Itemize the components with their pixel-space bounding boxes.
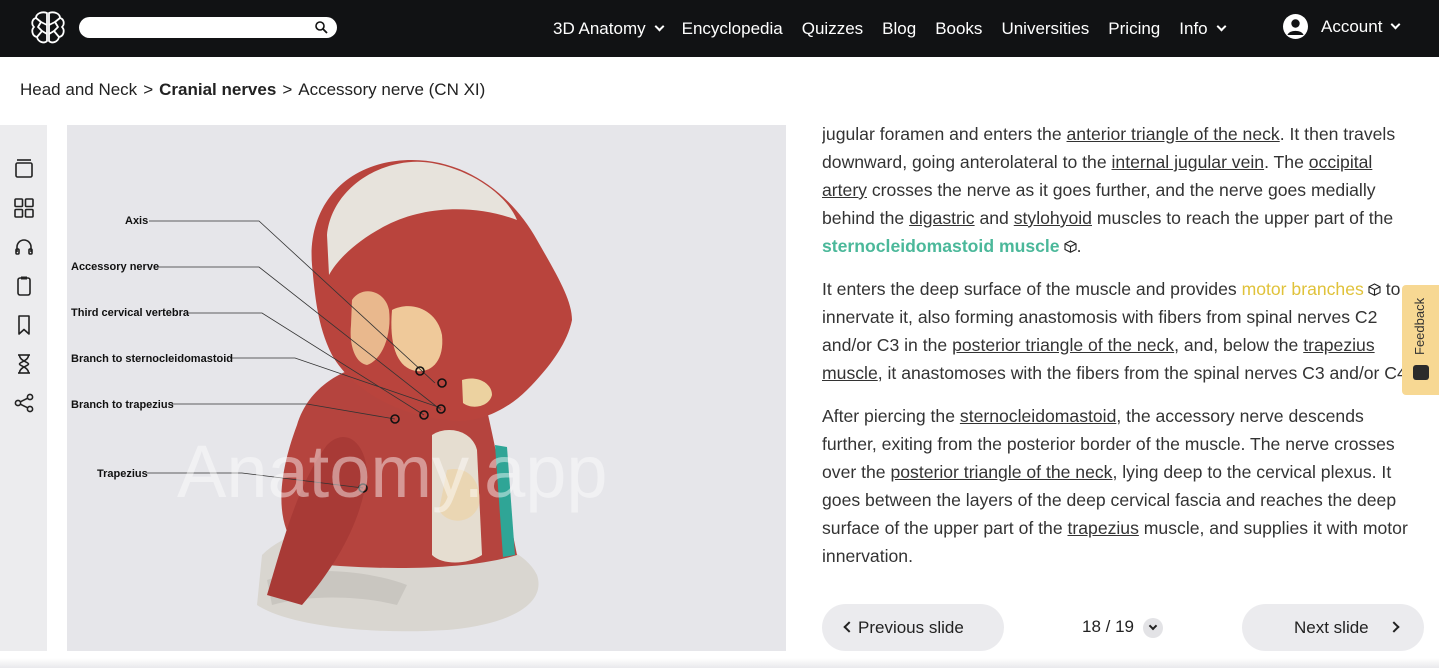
- feedback-label: Feedback: [1412, 297, 1427, 355]
- label-third-cervical-vertebra: Third cervical vertebra: [71, 307, 190, 319]
- cube-icon[interactable]: [1368, 283, 1381, 296]
- anatomy-image[interactable]: Anatomy.app Axis Accessory nerve Third c…: [67, 125, 786, 651]
- feedback-icon: [1413, 365, 1429, 380]
- slide-counter: 18 / 19: [1082, 617, 1134, 636]
- text-span: It enters the deep surface of the muscle…: [822, 279, 1242, 299]
- breadcrumb-current: Accessory nerve (CN XI): [298, 80, 486, 99]
- nav-encyclopedia[interactable]: Encyclopedia: [682, 19, 783, 39]
- nav-label: Info: [1179, 18, 1208, 38]
- anatomy-illustration: Anatomy.app Axis Accessory nerve Third c…: [71, 160, 608, 632]
- hourglass-icon[interactable]: [12, 352, 36, 376]
- search-input[interactable]: [79, 17, 337, 38]
- label-branch-to-trapezius: Branch to trapezius: [71, 399, 174, 411]
- text-span: muscles to reach the upper part of the: [1091, 208, 1394, 228]
- text-span: , and, below the: [1174, 335, 1304, 355]
- nav-universities[interactable]: Universities: [1001, 19, 1089, 39]
- layers-icon[interactable]: [12, 157, 36, 181]
- link-sternocleidomastoid[interactable]: sternocleidomastoid: [960, 406, 1116, 426]
- label-axis: Axis: [125, 215, 148, 227]
- breadcrumb-head-and-neck[interactable]: Head and Neck: [20, 80, 137, 100]
- chevron-down-icon: [1216, 21, 1227, 32]
- grid-icon[interactable]: [12, 196, 36, 220]
- nav-books[interactable]: Books: [935, 19, 982, 39]
- side-toolbar: [0, 125, 47, 651]
- nav-label: Universities: [1001, 18, 1090, 38]
- next-slide-button[interactable]: Next slide: [1242, 604, 1424, 651]
- chevron-left-icon: [843, 621, 855, 633]
- cube-icon[interactable]: [1064, 240, 1077, 253]
- headphones-icon[interactable]: [12, 235, 36, 259]
- link-sternocleidomastoid-muscle[interactable]: sternocleidomastoid muscle: [822, 236, 1060, 256]
- breadcrumb-separator: >: [282, 80, 293, 99]
- feedback-tab[interactable]: Feedback: [1402, 285, 1439, 395]
- link-motor-branches[interactable]: motor branches: [1242, 279, 1364, 299]
- account-menu[interactable]: Account: [1283, 14, 1401, 39]
- text-span: After piercing the: [822, 406, 960, 426]
- nav-label: Books: [935, 18, 983, 38]
- chevron-right-icon: [1388, 621, 1400, 633]
- nav-label: Pricing: [1108, 18, 1161, 38]
- next-slide-label: Next slide: [1294, 617, 1369, 637]
- link-internal-jugular-vein[interactable]: internal jugular vein: [1112, 152, 1265, 172]
- paragraph: jugular foramen and enters the anterior …: [822, 120, 1412, 260]
- label-branch-to-sternocleidomastoid: Branch to sternocleidomastoid: [71, 353, 233, 365]
- account-label: Account: [1321, 16, 1383, 36]
- slide-select-button[interactable]: [1143, 618, 1163, 638]
- clipboard-icon[interactable]: [12, 274, 36, 298]
- label-accessory-nerve: Accessory nerve: [71, 261, 159, 273]
- nav-blog[interactable]: Blog: [882, 19, 916, 39]
- paragraph: It enters the deep surface of the muscle…: [822, 275, 1412, 387]
- text-span: .: [1076, 236, 1082, 256]
- bookmark-icon[interactable]: [12, 313, 36, 337]
- search-icon[interactable]: [314, 20, 328, 34]
- nav-label: Quizzes: [801, 18, 864, 38]
- nav-quizzes[interactable]: Quizzes: [802, 19, 863, 39]
- nav-pricing[interactable]: Pricing: [1108, 19, 1160, 39]
- chevron-down-icon: [1390, 19, 1401, 30]
- breadcrumb-cranial-nerves[interactable]: Cranial nerves: [159, 80, 276, 100]
- previous-slide-button[interactable]: Previous slide: [822, 604, 1004, 651]
- nav-label: Encyclopedia: [681, 18, 783, 38]
- text-span: and: [974, 208, 1014, 228]
- text-span: , it anastomoses with the fibers from th…: [877, 363, 1412, 383]
- chevron-down-icon: [1148, 621, 1158, 631]
- link-trapezius[interactable]: trapezius: [1068, 518, 1139, 538]
- link-digastric[interactable]: digastric: [909, 208, 975, 228]
- previous-slide-label: Previous slide: [858, 617, 964, 637]
- text-span: jugular foramen and enters the: [822, 124, 1067, 144]
- bottom-shadow: [0, 658, 1439, 668]
- top-navbar: 3D Anatomy Encyclopedia Quizzes Blog Boo…: [0, 0, 1439, 57]
- brain-logo-icon[interactable]: [28, 8, 68, 48]
- share-icon[interactable]: [12, 391, 36, 415]
- link-posterior-triangle[interactable]: posterior triangle of the neck: [890, 462, 1112, 482]
- nav-3d-anatomy[interactable]: 3D Anatomy: [553, 18, 665, 39]
- nav-label: Blog: [882, 18, 917, 38]
- paragraph: After piercing the sternocleidomastoid, …: [822, 402, 1412, 570]
- nav-info[interactable]: Info: [1179, 18, 1227, 39]
- breadcrumb-separator: >: [143, 80, 154, 99]
- link-anterior-triangle[interactable]: anterior triangle of the neck: [1067, 124, 1280, 144]
- link-posterior-triangle[interactable]: posterior triangle of the neck: [952, 335, 1174, 355]
- main-nav: 3D Anatomy Encyclopedia Quizzes Blog Boo…: [553, 0, 1244, 57]
- watermark-text: Anatomy.app: [177, 430, 608, 513]
- chevron-down-icon: [654, 21, 665, 32]
- text-span: . The: [1264, 152, 1309, 172]
- article-text: jugular foramen and enters the anterior …: [822, 120, 1412, 598]
- nav-label: 3D Anatomy: [553, 18, 646, 38]
- label-trapezius: Trapezius: [97, 468, 148, 480]
- link-stylohyoid[interactable]: stylohyoid: [1014, 208, 1092, 228]
- breadcrumb: Head and Neck > Cranial nerves > Accesso…: [20, 80, 485, 100]
- account-icon: [1283, 14, 1308, 39]
